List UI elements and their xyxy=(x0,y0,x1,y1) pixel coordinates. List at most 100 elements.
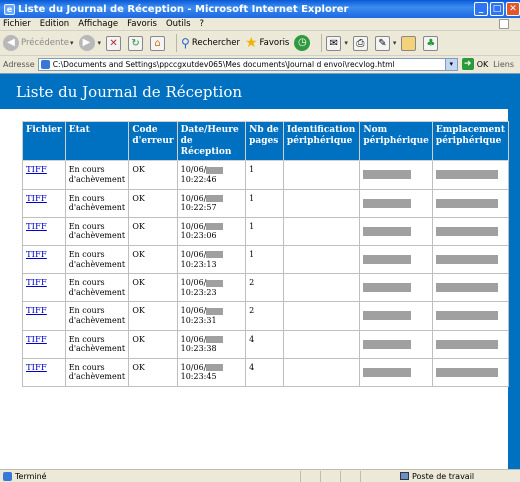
cell-state: En cours d'achèvement xyxy=(64,160,130,190)
status-panel xyxy=(360,470,380,482)
cell-device-id xyxy=(282,301,361,331)
cell-file: TIFF xyxy=(22,273,66,303)
redacted-year xyxy=(206,364,224,372)
cell-pages: 1 xyxy=(245,244,284,275)
tiff-link[interactable]: TIFF xyxy=(26,278,47,288)
tiff-link[interactable]: TIFF xyxy=(26,165,47,175)
maximize-button[interactable]: □ xyxy=(490,2,504,16)
minimize-button[interactable]: _ xyxy=(474,2,488,16)
cell-state: En cours d'achèvement xyxy=(64,301,130,331)
time-text: 10:23:13 xyxy=(180,259,217,269)
chevron-down-icon: ▾ xyxy=(344,39,348,47)
chevron-down-icon: ▾ xyxy=(97,39,102,47)
time-text: 10:23:23 xyxy=(180,287,217,297)
close-button[interactable]: ✕ xyxy=(506,2,520,16)
cell-pages: 1 xyxy=(245,160,284,190)
redacted-year xyxy=(206,336,224,344)
favorites-button[interactable]: ★ Favoris xyxy=(245,35,289,51)
cell-error-code: OK xyxy=(128,244,178,275)
cell-device-id xyxy=(282,244,361,275)
window-title: Liste du Journal de Réception - Microsof… xyxy=(18,3,349,15)
cell-device-id xyxy=(282,188,361,218)
page-content: Liste du Journal de Réception Fichier Et… xyxy=(0,73,520,470)
menu-help[interactable]: ? xyxy=(200,19,205,29)
cell-device-location xyxy=(431,160,510,190)
cell-error-code: OK xyxy=(128,160,178,190)
address-input[interactable]: C:\Documents and Settings\ppccgxutdev065… xyxy=(37,57,458,71)
cell-file: TIFF xyxy=(22,301,66,331)
column-header-emplacement: Emplacement périphérique xyxy=(431,120,510,162)
page-title: Liste du Journal de Réception xyxy=(16,83,243,101)
print-button[interactable]: ⎙ xyxy=(352,35,370,51)
column-header-identification: Identification périphérique xyxy=(282,120,361,162)
tiff-link[interactable]: TIFF xyxy=(26,306,47,316)
menu-fichier[interactable]: Fichier xyxy=(3,19,31,29)
window-title-bar: e Liste du Journal de Réception - Micros… xyxy=(0,0,520,18)
menu-favoris[interactable]: Favoris xyxy=(127,19,157,29)
redacted-year xyxy=(206,195,224,203)
tiff-link[interactable]: TIFF xyxy=(26,222,47,232)
chevron-down-icon: ▾ xyxy=(392,39,397,47)
search-label: Rechercher xyxy=(191,38,240,48)
home-button[interactable]: ⌂ xyxy=(150,35,167,51)
tiff-link[interactable]: TIFF xyxy=(26,250,47,260)
address-value: C:\Documents and Settings\ppccgxutdev065… xyxy=(52,59,395,69)
go-arrow-icon: ➜ xyxy=(461,58,474,70)
toolbar: ◀ Précédente ▾ ▶ ▾ ✕ ↻ ⌂ ⚲ Rechercher ★ … xyxy=(0,31,520,56)
time-text: 10:23:31 xyxy=(180,315,217,325)
scrollbar[interactable] xyxy=(508,109,520,470)
date-text: 10/06/ xyxy=(180,221,207,231)
cell-device-name xyxy=(359,188,433,218)
redacted-device-location xyxy=(435,283,498,293)
redacted-device-name xyxy=(363,226,412,236)
reception-log-table: Fichier Etat Code d'erreur Date/Heure de… xyxy=(22,120,510,387)
tiff-link[interactable]: TIFF xyxy=(26,335,47,345)
redacted-device-location xyxy=(435,170,498,180)
search-button[interactable]: ⚲ Rechercher xyxy=(181,36,240,50)
redacted-year xyxy=(206,166,224,174)
go-button[interactable]: ➜ OK xyxy=(461,58,488,70)
status-panel xyxy=(340,470,360,482)
tiff-link[interactable]: TIFF xyxy=(26,363,47,373)
zone-label: Poste de travail xyxy=(412,471,475,481)
redacted-device-location xyxy=(435,254,498,264)
cell-file: TIFF xyxy=(22,160,66,190)
table-row: TIFF En cours d'achèvement OK 10/06/10:23:3… xyxy=(22,329,510,359)
redacted-year xyxy=(206,279,224,287)
status-left: Terminé xyxy=(0,471,300,481)
table-row: TIFF En cours d'achèvement OK 10/06/10:23:4… xyxy=(22,357,510,387)
status-text: Terminé xyxy=(15,471,47,481)
back-arrow-icon: ◀ xyxy=(3,35,19,51)
menu-affichage[interactable]: Affichage xyxy=(78,19,118,29)
refresh-button[interactable]: ↻ xyxy=(128,35,145,51)
tiff-link[interactable]: TIFF xyxy=(26,194,47,204)
address-label: Adresse xyxy=(3,59,35,69)
chevron-down-icon: ▾ xyxy=(70,39,74,47)
date-text: 10/06/ xyxy=(180,165,207,175)
cell-datetime: 10/06/10:23:23 xyxy=(176,273,247,303)
history-button[interactable]: ◷ xyxy=(294,35,312,51)
window-controls: _ □ ✕ xyxy=(472,2,520,16)
date-text: 10/06/ xyxy=(180,278,207,288)
folder-button[interactable] xyxy=(401,35,418,51)
menu-outils[interactable]: Outils xyxy=(166,19,191,29)
messenger-button[interactable]: ♣ xyxy=(423,35,440,51)
mail-button[interactable]: ✉ ▾ xyxy=(326,35,348,51)
menu-edition[interactable]: Edition xyxy=(40,19,69,29)
chevron-down-icon[interactable]: ▾ xyxy=(444,58,457,70)
stop-button[interactable]: ✕ xyxy=(106,35,123,51)
forward-button[interactable]: ▶ ▾ xyxy=(78,35,102,51)
back-button[interactable]: ◀ Précédente ▾ xyxy=(3,35,74,51)
cell-error-code: OK xyxy=(128,273,178,303)
address-bar: Adresse C:\Documents and Settings\ppccgx… xyxy=(0,56,520,72)
cell-pages: 2 xyxy=(245,301,284,331)
cell-error-code: OK xyxy=(128,357,178,387)
edit-button[interactable]: ✎ ▾ xyxy=(374,35,397,51)
table-row: TIFF En cours d'achèvement OK 10/06/10:22:5… xyxy=(22,188,510,218)
cell-device-location xyxy=(431,188,510,218)
cell-pages: 4 xyxy=(245,329,284,359)
redacted-device-location xyxy=(435,226,498,236)
links-label[interactable]: Liens xyxy=(493,60,514,69)
page-header: Liste du Journal de Réception xyxy=(0,74,520,109)
redacted-device-location xyxy=(435,339,498,349)
